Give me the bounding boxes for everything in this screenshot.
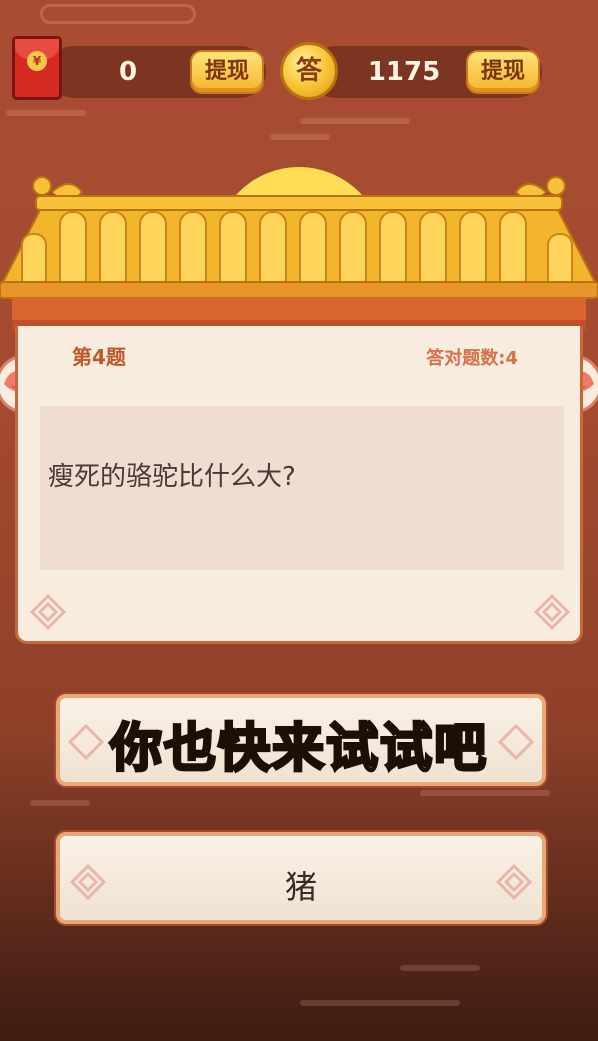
knot-ornament-icon [533, 593, 571, 631]
red-packet-icon[interactable]: ¥ [12, 36, 62, 100]
question-panel: 第4题 答对题数:4 瘦死的骆驼比什么大? [15, 326, 583, 644]
question-box: 瘦死的骆驼比什么大? [40, 406, 564, 570]
cloud-decoration [300, 1000, 460, 1006]
withdraw-button-coins[interactable]: 提现 [466, 50, 540, 94]
cloud-decoration [400, 965, 480, 971]
red-packet-coin-icon: ¥ [27, 51, 47, 71]
answer-option-2-label: 猪 [284, 868, 317, 906]
knot-ornament-icon [29, 593, 67, 631]
cloud-decoration [30, 800, 90, 806]
cloud-decoration [420, 790, 550, 796]
answer-option-2[interactable]: 猪 [56, 832, 546, 924]
coin-amount: 1175 [367, 57, 441, 87]
question-number: 第4题 [72, 345, 126, 369]
withdraw-button-cash[interactable]: 提现 [190, 50, 264, 94]
overlay-caption: 你也快来试试吧 [108, 718, 488, 781]
top-bar: ¥ 0 提现 答 1175 提现 [0, 0, 598, 140]
answered-count: 答对题数:4 [426, 348, 518, 369]
question-text: 瘦死的骆驼比什么大? [48, 462, 296, 492]
coin-icon: 答 [280, 42, 338, 100]
knot-ornament-icon [495, 863, 533, 901]
temple-roof [0, 176, 598, 330]
red-packet-amount: 0 [118, 57, 138, 87]
